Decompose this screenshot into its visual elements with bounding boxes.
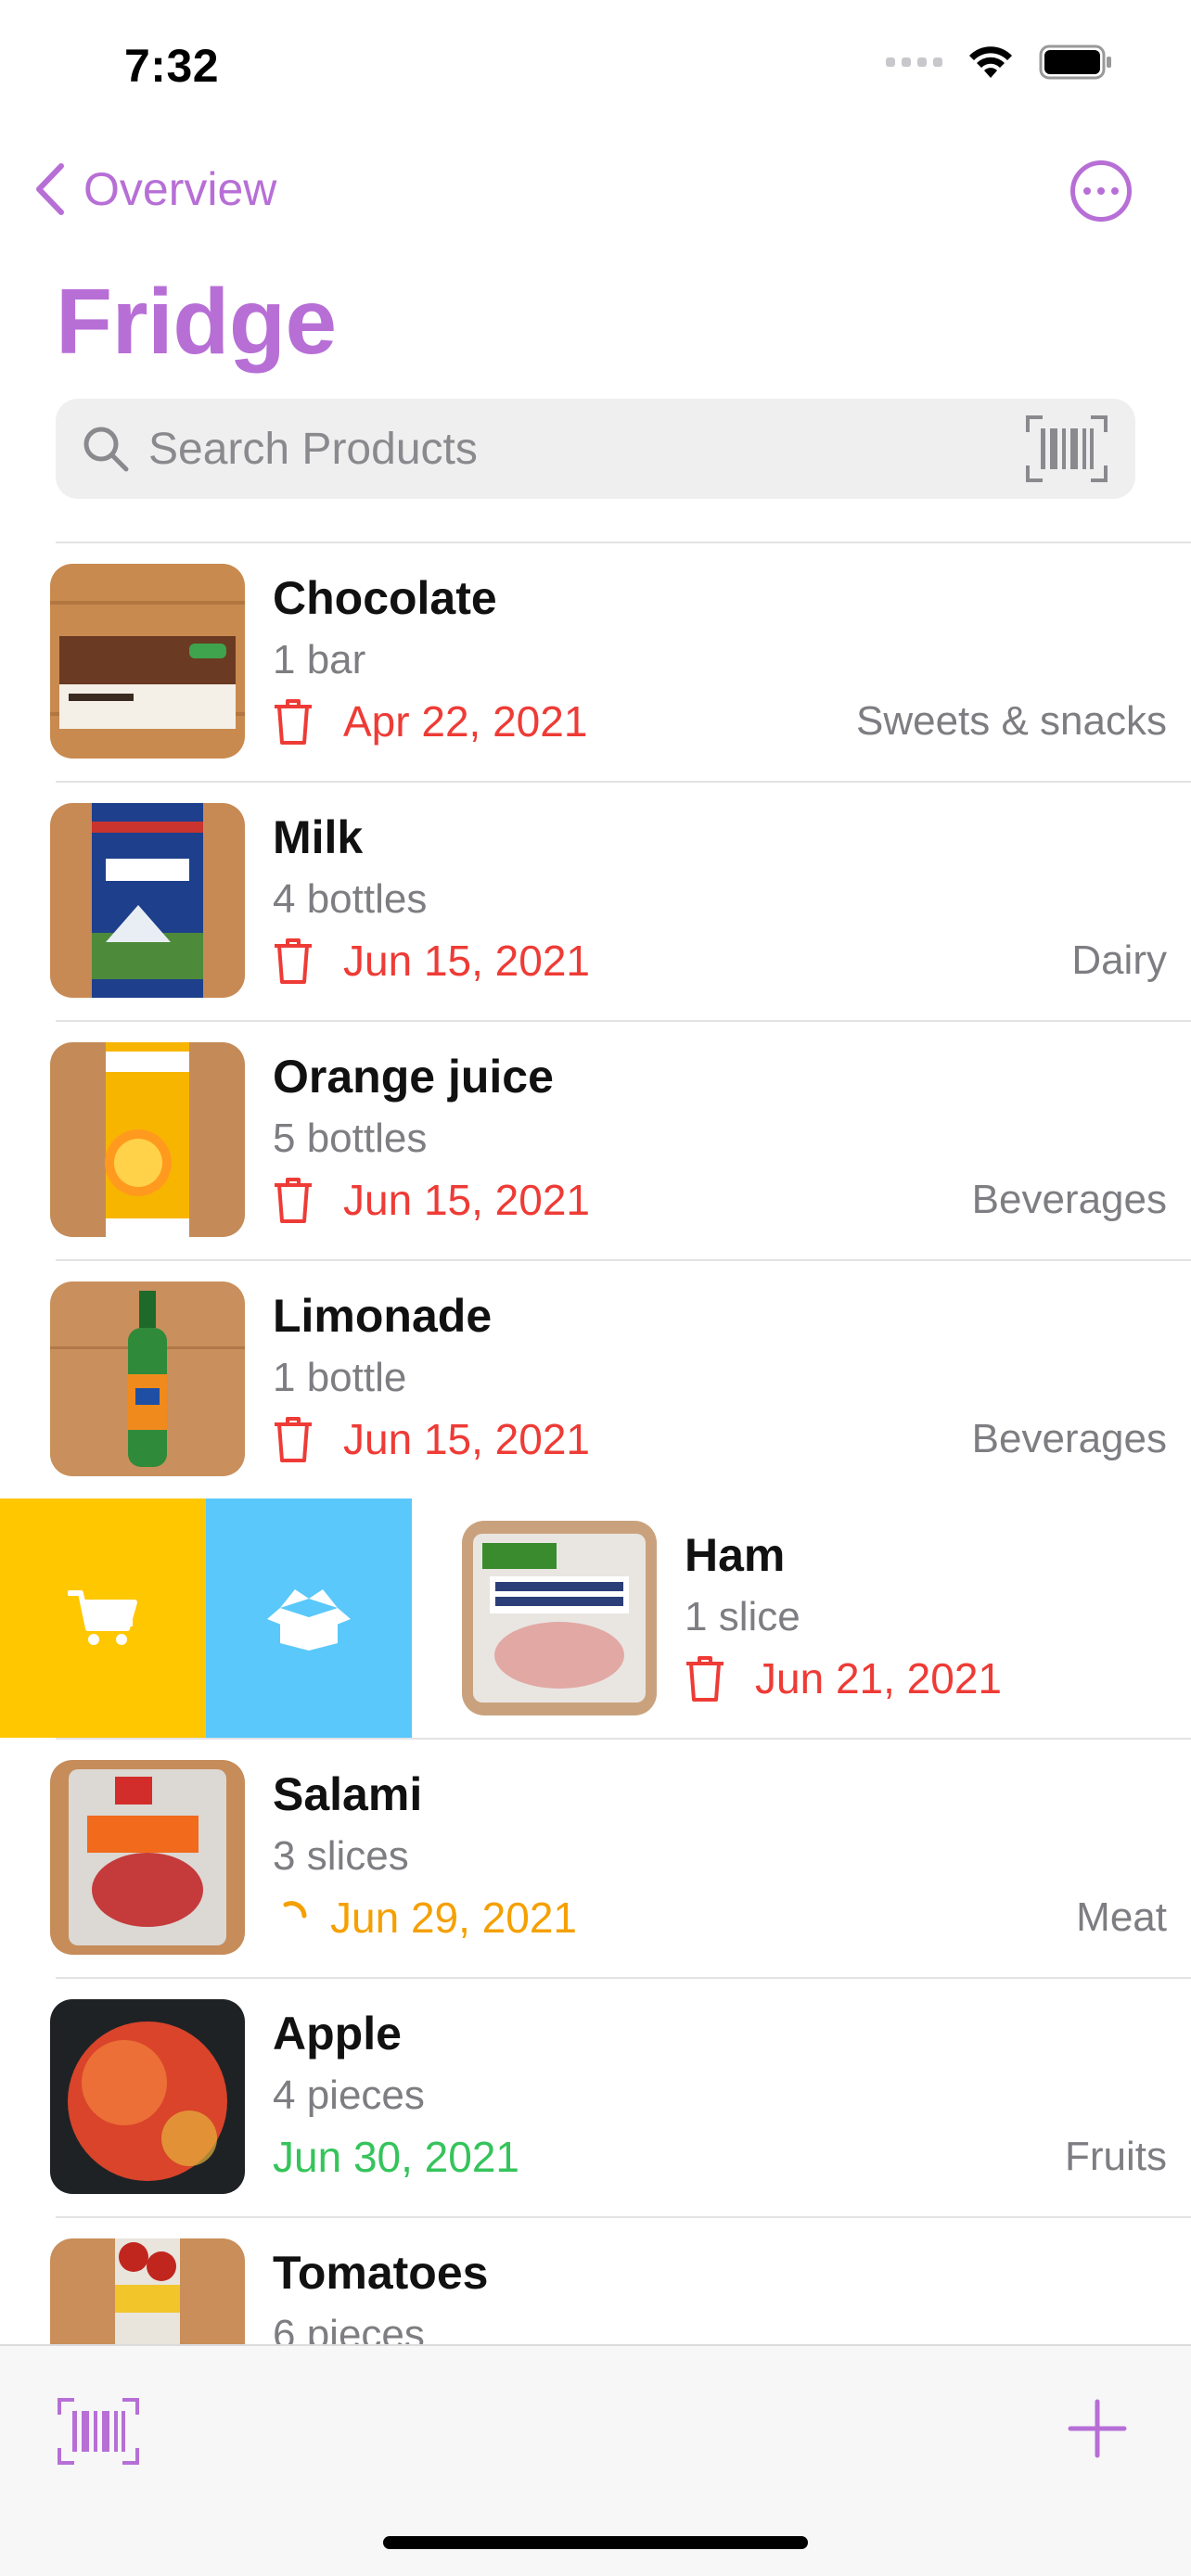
- product-image: [50, 1999, 245, 2194]
- swipe-actions: [0, 1498, 412, 1738]
- product-name: Ham: [685, 1529, 786, 1581]
- expiry-date: Jun 30, 2021: [273, 2133, 520, 2181]
- product-image: [50, 564, 245, 759]
- move-to-storage-button[interactable]: [206, 1498, 412, 1738]
- trash-icon[interactable]: [273, 1176, 314, 1224]
- product-image: [50, 1042, 245, 1237]
- home-indicator[interactable]: [383, 2536, 808, 2549]
- product-name: Milk: [273, 811, 364, 863]
- product-quantity: 1 bottle: [273, 1355, 407, 1400]
- wifi-icon: [969, 46, 1012, 78]
- trash-icon[interactable]: [685, 1654, 725, 1702]
- barcode-icon[interactable]: [56, 2396, 141, 2467]
- list-item[interactable]: Apple 4 pieces Jun 30, 2021 Fruits: [0, 1977, 1191, 2216]
- progress-icon: [283, 1901, 307, 1919]
- trash-icon[interactable]: [273, 937, 314, 985]
- expiry-date: Jun 15, 2021: [343, 1176, 591, 1224]
- product-image: [50, 1282, 245, 1476]
- product-category: Beverages: [971, 1177, 1167, 1222]
- product-category: Fruits: [1065, 2134, 1167, 2179]
- cart-icon: [68, 1590, 137, 1645]
- product-name: Tomatoes: [273, 2247, 489, 2299]
- expiry-date: Jun 15, 2021: [343, 1415, 591, 1463]
- barcode-scan-icon[interactable]: [1024, 414, 1109, 484]
- product-quantity: 1 bar: [273, 637, 366, 682]
- product-name: Orange juice: [273, 1051, 554, 1103]
- product-quantity: 3 slices: [273, 1833, 409, 1879]
- product-image: [462, 1521, 657, 1715]
- product-quantity: 5 bottles: [273, 1116, 428, 1161]
- product-name: Limonade: [273, 1290, 493, 1342]
- expiry-date: Apr 22, 2021: [343, 697, 588, 746]
- search-bar[interactable]: Search Products: [56, 399, 1135, 499]
- list-item[interactable]: Orange juice 5 bottles Jun 15, 2021 Beve…: [0, 1020, 1191, 1259]
- product-category: Meat: [1076, 1894, 1167, 1940]
- list-item[interactable]: Milk 4 bottles Jun 15, 2021 Dairy: [0, 781, 1191, 1020]
- trash-icon[interactable]: [273, 697, 314, 746]
- product-category: Sweets & snacks: [855, 698, 1167, 744]
- product-category: Dairy: [1071, 937, 1167, 983]
- trash-icon[interactable]: [273, 1415, 314, 1463]
- product-quantity: 1 slice: [685, 1594, 800, 1639]
- status-time: 7:32: [124, 40, 220, 92]
- list-item[interactable]: Chocolate 1 bar Apr 22, 2021 Sweets & sn…: [0, 542, 1191, 781]
- chevron-left-icon: [36, 163, 64, 215]
- list-item-swiped[interactable]: Ham 1 slice Jun 21, 2021: [0, 1498, 1191, 1738]
- back-button[interactable]: Overview: [33, 162, 276, 216]
- page-title: Fridge: [56, 270, 337, 374]
- list-item[interactable]: Limonade 1 bottle Jun 15, 2021 Beverages: [0, 1259, 1191, 1498]
- back-button-label: Overview: [83, 163, 277, 215]
- product-quantity: 4 bottles: [273, 876, 428, 922]
- product-list: Chocolate 1 bar Apr 22, 2021 Sweets & sn…: [0, 542, 1191, 2455]
- expiry-date: Jun 15, 2021: [343, 937, 591, 985]
- product-image: [50, 1760, 245, 1955]
- product-name: Salami: [273, 1768, 423, 1820]
- more-options-button[interactable]: [1070, 160, 1132, 222]
- ellipsis-icon: [1083, 187, 1091, 195]
- expiry-date: Jun 21, 2021: [755, 1654, 1003, 1702]
- status-indicators: [886, 45, 1113, 80]
- swiped-row-content[interactable]: Ham 1 slice Jun 21, 2021: [412, 1498, 1191, 1738]
- cellular-signal-icon: [886, 57, 942, 67]
- list-item[interactable]: Salami 3 slices Jun 29, 2021 Meat: [0, 1738, 1191, 1977]
- add-to-shopping-list-button[interactable]: [0, 1498, 206, 1738]
- plus-icon[interactable]: [1063, 2394, 1132, 2463]
- navigation-bar: Overview: [0, 153, 1191, 236]
- battery-icon: [1039, 45, 1111, 80]
- box-icon: [267, 1589, 351, 1651]
- product-quantity: 4 pieces: [273, 2072, 425, 2118]
- status-bar: 7:32: [0, 0, 1191, 130]
- product-image: [50, 803, 245, 998]
- expiry-date: Jun 29, 2021: [330, 1894, 578, 1942]
- search-input[interactable]: Search Products: [148, 424, 1024, 475]
- product-name: Chocolate: [273, 572, 497, 624]
- product-name: Apple: [273, 2008, 402, 2060]
- product-category: Beverages: [971, 1416, 1167, 1461]
- search-icon: [83, 427, 129, 472]
